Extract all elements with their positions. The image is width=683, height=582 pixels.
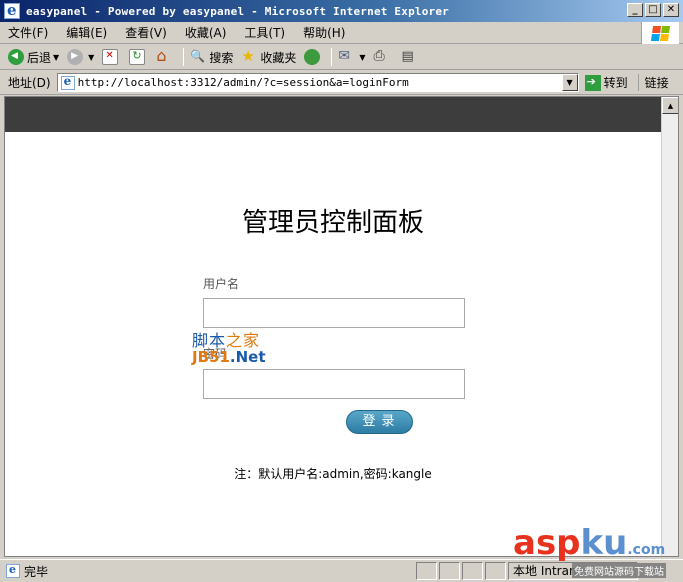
home-icon [156, 46, 172, 65]
ie-icon [4, 1, 20, 19]
toolbar-divider [331, 48, 333, 66]
chevron-down-icon[interactable]: ▼ [561, 74, 578, 91]
refresh-button[interactable] [129, 49, 148, 65]
chevron-down-icon[interactable]: ▼ [359, 53, 365, 62]
login-button[interactable]: 登录 [346, 410, 413, 434]
toolbar: 后退 ▼ ▼ 搜索 收藏夹 ▼ [0, 45, 683, 70]
page-icon [6, 563, 20, 578]
refresh-icon [129, 49, 146, 65]
page-header-bar [5, 97, 661, 132]
go-button[interactable]: 转到 [584, 74, 628, 91]
windows-logo-icon [641, 22, 679, 44]
edit-button[interactable] [401, 49, 420, 65]
stop-button[interactable] [102, 49, 121, 65]
menu-view[interactable]: 查看(V) [125, 24, 167, 41]
menu-bar: 文件(F) 编辑(E) 查看(V) 收藏(A) 工具(T) 帮助(H) [0, 22, 683, 44]
page-icon [60, 74, 75, 90]
search-label: 搜索 [209, 50, 234, 65]
back-button[interactable]: 后退 ▼ [8, 49, 59, 66]
page-title: 管理员控制面板 [241, 208, 424, 238]
status-cell [462, 562, 483, 580]
print-button[interactable] [374, 48, 393, 65]
forward-button[interactable]: ▼ [67, 49, 94, 65]
password-input[interactable] [203, 369, 465, 399]
menu-favorites[interactable]: 收藏(A) [185, 24, 227, 41]
back-label: 后退 [27, 50, 52, 65]
go-label: 转到 [603, 76, 628, 90]
mail-button[interactable]: ▼ [338, 48, 365, 65]
links-button[interactable]: 链接 [637, 74, 669, 91]
maximize-button[interactable]: □ [645, 3, 661, 17]
home-button[interactable] [156, 46, 175, 65]
printer-icon [374, 48, 390, 65]
menu-edit[interactable]: 编辑(E) [66, 24, 107, 41]
toolbar-divider [183, 48, 185, 66]
title-bar: easypanel - Powered by easypanel - Micro… [0, 0, 683, 22]
stop-icon [102, 49, 119, 65]
url-input[interactable] [77, 76, 558, 89]
menu-tools[interactable]: 工具(T) [244, 24, 285, 41]
forward-arrow-icon [67, 49, 84, 65]
aspku-watermark-subtitle: 免费网站源码下载站 [572, 563, 666, 578]
username-label: 用户名 [203, 277, 240, 291]
menu-file[interactable]: 文件(F) [8, 24, 48, 41]
favorites-label: 收藏夹 [260, 50, 297, 65]
aspku-watermark: aspku.com [513, 523, 666, 563]
default-credentials-note: 注：默认用户名:admin,密码:kangle [234, 467, 432, 481]
status-text: 完毕 [24, 564, 49, 579]
chevron-down-icon[interactable]: ▼ [53, 53, 59, 62]
star-icon [241, 47, 257, 65]
search-icon [190, 49, 206, 65]
window-title: easypanel - Powered by easypanel - Micro… [26, 4, 449, 18]
back-arrow-icon [8, 49, 24, 65]
favorites-button[interactable]: 收藏夹 [241, 47, 297, 66]
jb51-watermark-line2: JB51.Net [192, 348, 266, 366]
menu-help[interactable]: 帮助(H) [303, 24, 345, 41]
vertical-scrollbar[interactable]: ▲ [661, 97, 678, 556]
mail-icon [338, 48, 354, 65]
search-button[interactable]: 搜索 [190, 49, 233, 66]
window-controls: _ □ ✕ [627, 3, 679, 17]
close-button[interactable]: ✕ [663, 3, 679, 17]
username-input[interactable] [203, 298, 465, 328]
media-icon [304, 49, 321, 65]
chevron-down-icon[interactable]: ▼ [88, 53, 94, 62]
media-button[interactable] [304, 49, 323, 65]
address-label: 地址(D) [8, 76, 51, 90]
status-cell [439, 562, 460, 580]
address-field[interactable]: ▼ [56, 73, 579, 92]
page-viewport: ▲ 管理员控制面板 用户名 密码 脚本之家 JB51.Net 登录 注：默认用户… [4, 96, 679, 557]
status-cell [485, 562, 506, 580]
scroll-up-icon[interactable]: ▲ [662, 97, 678, 114]
minimize-button[interactable]: _ [627, 3, 643, 17]
go-arrow-icon [584, 74, 601, 91]
status-cell [416, 562, 437, 580]
address-bar: 地址(D) ▼ 转到 链接 [0, 71, 683, 95]
edit-icon [401, 49, 417, 65]
